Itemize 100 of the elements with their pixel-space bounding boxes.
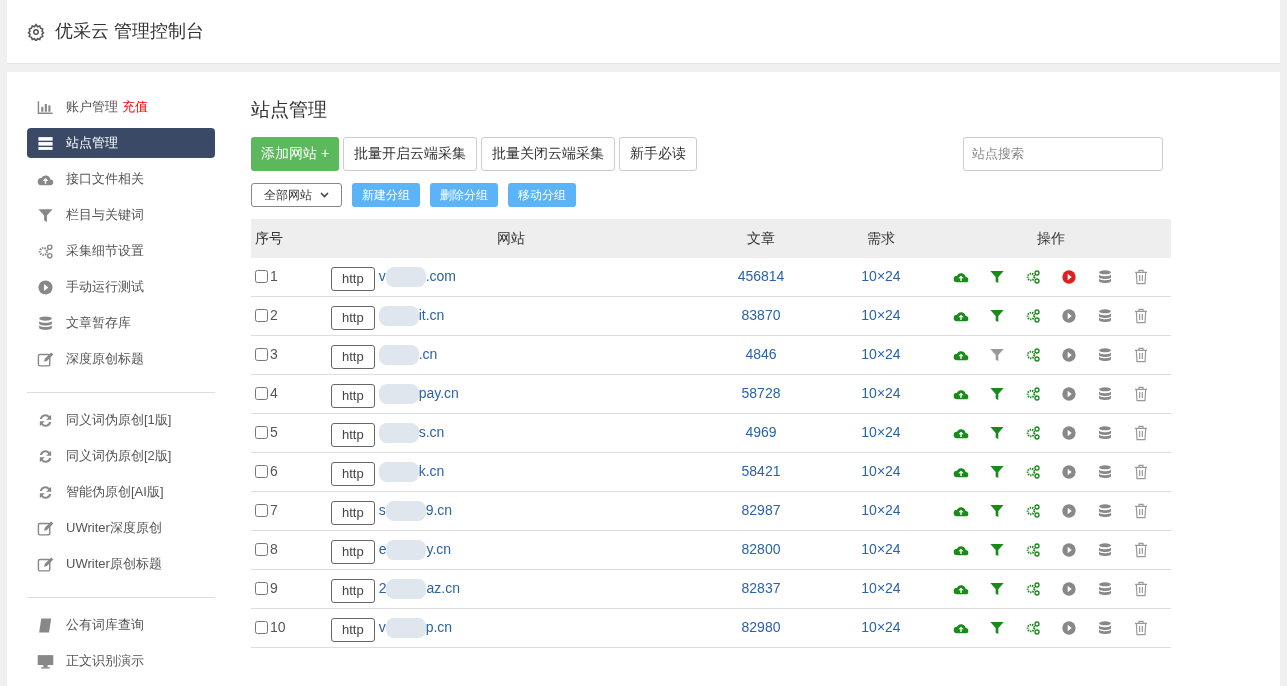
sidebar-item[interactable]: 接口文件相关: [27, 164, 215, 194]
sidebar-item[interactable]: 手动运行测试: [27, 272, 215, 302]
sidebar-item[interactable]: 同义词伪原创[1版]: [27, 405, 215, 435]
database-icon[interactable]: [1097, 385, 1113, 402]
sidebar-item[interactable]: 文章暂存库: [27, 308, 215, 338]
sidebar-item[interactable]: 正文识别演示: [27, 646, 215, 676]
filter-icon[interactable]: [989, 424, 1005, 441]
play-icon[interactable]: [1061, 619, 1077, 636]
play-icon[interactable]: [1061, 541, 1077, 558]
database-icon[interactable]: [1097, 463, 1113, 480]
row-number: 3: [270, 345, 278, 364]
filter-icon[interactable]: [989, 541, 1005, 558]
trash-icon[interactable]: [1133, 541, 1149, 558]
gears-icon[interactable]: [1025, 463, 1041, 480]
checkbox[interactable]: [255, 387, 268, 400]
redacted-blur: [378, 422, 419, 443]
play-icon[interactable]: [1061, 346, 1077, 363]
database-icon[interactable]: [1097, 346, 1113, 363]
recharge-link[interactable]: 充值: [122, 97, 148, 117]
trash-icon[interactable]: [1133, 619, 1149, 636]
sidebar-item[interactable]: UWriter原创标题: [27, 549, 215, 579]
play-icon[interactable]: [1061, 307, 1077, 324]
play-icon[interactable]: [1061, 385, 1077, 402]
checkbox[interactable]: [255, 582, 268, 595]
database-icon[interactable]: [1097, 268, 1113, 285]
sidebar-item[interactable]: 公有词库查询: [27, 610, 215, 640]
filter-icon[interactable]: [989, 346, 1005, 363]
database-icon[interactable]: [1097, 541, 1113, 558]
domain-text: pay.cn: [418, 384, 459, 403]
checkbox[interactable]: [255, 426, 268, 439]
sidebar-item[interactable]: UWriter深度原创: [27, 513, 215, 543]
sidebar-item[interactable]: 站点管理: [27, 128, 215, 158]
domain-text: y.cn: [426, 540, 452, 559]
trash-icon[interactable]: [1133, 346, 1149, 363]
checkbox[interactable]: [255, 465, 268, 478]
trash-icon[interactable]: [1133, 463, 1149, 480]
filter-icon[interactable]: [989, 385, 1005, 402]
checkbox[interactable]: [255, 621, 268, 634]
article-count: 4969: [744, 423, 778, 442]
sidebar-item[interactable]: 栏目与关键词: [27, 200, 215, 230]
gears-icon[interactable]: [1025, 541, 1041, 558]
group-select[interactable]: 全部网站: [251, 182, 342, 207]
sidebar-item[interactable]: 智能伪原创[AI版]: [27, 477, 215, 507]
checkbox[interactable]: [255, 504, 268, 517]
gears-icon[interactable]: [1025, 424, 1041, 441]
play-icon[interactable]: [1061, 424, 1077, 441]
database-icon[interactable]: [1097, 424, 1113, 441]
toolbar-button[interactable]: 新手必读: [619, 136, 698, 171]
trash-icon[interactable]: [1133, 307, 1149, 324]
checkbox[interactable]: [255, 348, 268, 361]
checkbox[interactable]: [255, 309, 268, 322]
gears-icon[interactable]: [1025, 502, 1041, 519]
gears-icon[interactable]: [1025, 268, 1041, 285]
trash-icon[interactable]: [1133, 424, 1149, 441]
play-icon[interactable]: [1061, 502, 1077, 519]
trash-icon[interactable]: [1133, 502, 1149, 519]
domain-text: az.cn: [426, 579, 460, 598]
filter-icon[interactable]: [989, 307, 1005, 324]
filter-icon[interactable]: [989, 268, 1005, 285]
article-count: 82800: [740, 540, 782, 559]
sidebar-item[interactable]: 深度原创标题: [27, 344, 215, 374]
toolbar-button[interactable]: 批量关闭云端采集: [481, 136, 616, 171]
redacted-blur: [386, 578, 427, 599]
gears-icon[interactable]: [1025, 385, 1041, 402]
trash-icon[interactable]: [1133, 268, 1149, 285]
filter-icon[interactable]: [989, 619, 1005, 636]
database-icon[interactable]: [1097, 580, 1113, 597]
checkbox[interactable]: [255, 270, 268, 283]
filter-icon[interactable]: [989, 463, 1005, 480]
sidebar-item[interactable]: 采集细节设置: [27, 236, 215, 266]
trash-icon[interactable]: [1133, 385, 1149, 402]
redacted-blur: [378, 344, 419, 365]
play-icon[interactable]: [1061, 268, 1077, 285]
play-icon[interactable]: [1061, 580, 1077, 597]
gears-icon[interactable]: [1025, 346, 1041, 363]
demand-value: 10×24: [860, 618, 902, 637]
row-number: 7: [270, 501, 278, 520]
filter-icon[interactable]: [989, 580, 1005, 597]
gears-icon[interactable]: [1025, 580, 1041, 597]
domain-text: s: [378, 501, 386, 520]
gears-icon[interactable]: [1025, 619, 1041, 636]
checkbox[interactable]: [255, 543, 268, 556]
trash-icon[interactable]: [1133, 580, 1149, 597]
database-icon[interactable]: [1097, 307, 1113, 324]
domain-text: k.cn: [418, 462, 445, 481]
gears-icon[interactable]: [1025, 307, 1041, 324]
page-title: 站点管理: [251, 98, 328, 122]
column-header: 需求: [866, 228, 896, 248]
database-icon: [37, 314, 54, 332]
book-icon: [37, 616, 54, 634]
toolbar-button[interactable]: 批量开启云端采集: [343, 136, 478, 171]
database-icon[interactable]: [1097, 502, 1113, 519]
demand-value: 10×24: [860, 540, 902, 559]
demand-value: 10×24: [860, 423, 902, 442]
play-icon[interactable]: [1061, 463, 1077, 480]
filter-icon[interactable]: [989, 502, 1005, 519]
sidebar-item[interactable]: 同义词伪原创[2版]: [27, 441, 215, 471]
sidebar-item[interactable]: 账户管理 充值: [27, 92, 215, 122]
search-field[interactable]: 站点搜索: [963, 136, 1163, 171]
database-icon[interactable]: [1097, 619, 1113, 636]
